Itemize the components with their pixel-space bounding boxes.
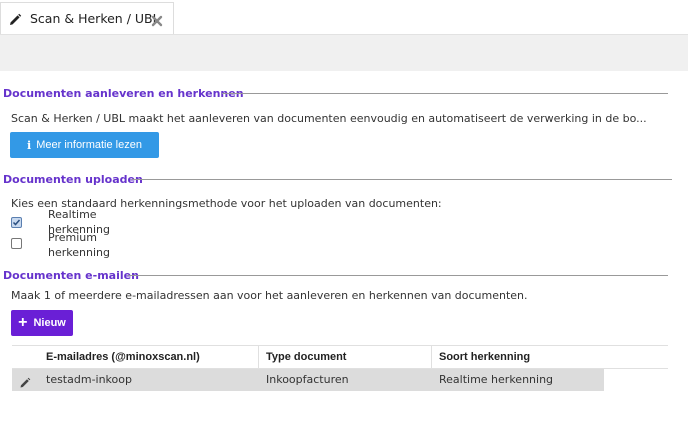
meer-informatie-button[interactable]: i Meer informatie lezen bbox=[10, 132, 159, 158]
pencil-icon[interactable] bbox=[19, 374, 31, 393]
section-divider bbox=[132, 179, 672, 180]
section-title-uploaden: Documenten uploaden bbox=[3, 173, 143, 186]
pencil-icon bbox=[8, 12, 22, 31]
table-header: E-mailadres (@minoxscan.nl) Type documen… bbox=[12, 345, 668, 369]
meer-informatie-label: Meer informatie lezen bbox=[36, 139, 142, 151]
cell-type: Inkoopfacturen bbox=[266, 373, 349, 386]
nieuw-label: Nieuw bbox=[33, 317, 66, 329]
realtime-checkbox[interactable] bbox=[11, 217, 22, 228]
section-description: Scan & Herken / UBL maakt het aanleveren… bbox=[11, 112, 647, 125]
column-header-type[interactable]: Type document bbox=[266, 346, 346, 368]
premium-checkbox[interactable] bbox=[11, 238, 22, 249]
column-header-soort[interactable]: Soort herkenning bbox=[439, 346, 530, 368]
tab-scan-herken[interactable]: Scan & Herken / UBL bbox=[0, 2, 174, 34]
table-row[interactable]: testadm-inkoop Inkoopfacturen Realtime h… bbox=[12, 369, 604, 391]
nieuw-button[interactable]: + Nieuw bbox=[11, 310, 73, 336]
cell-soort: Realtime herkenning bbox=[439, 373, 554, 386]
section-description: Maak 1 of meerdere e-mailadressen aan vo… bbox=[11, 289, 528, 302]
tab-label: Scan & Herken / UBL bbox=[30, 11, 160, 26]
column-header-email[interactable]: E-mailadres (@minoxscan.nl) bbox=[46, 346, 200, 368]
toolbar-band bbox=[0, 34, 688, 71]
section-title-emailen: Documenten e-mailen bbox=[3, 269, 139, 282]
tab-bar: Scan & Herken / UBL bbox=[0, 0, 688, 34]
premium-label: Premium herkenning bbox=[48, 231, 110, 259]
info-icon: i bbox=[27, 138, 32, 152]
column-divider bbox=[258, 346, 259, 369]
cell-email: testadm-inkoop bbox=[46, 373, 132, 386]
close-icon[interactable] bbox=[151, 12, 163, 31]
section-title-aanleveren: Documenten aanleveren en herkennen bbox=[3, 87, 244, 100]
section-divider bbox=[128, 275, 668, 276]
section-divider bbox=[222, 93, 668, 94]
column-divider bbox=[431, 346, 432, 369]
plus-icon: + bbox=[18, 314, 28, 331]
